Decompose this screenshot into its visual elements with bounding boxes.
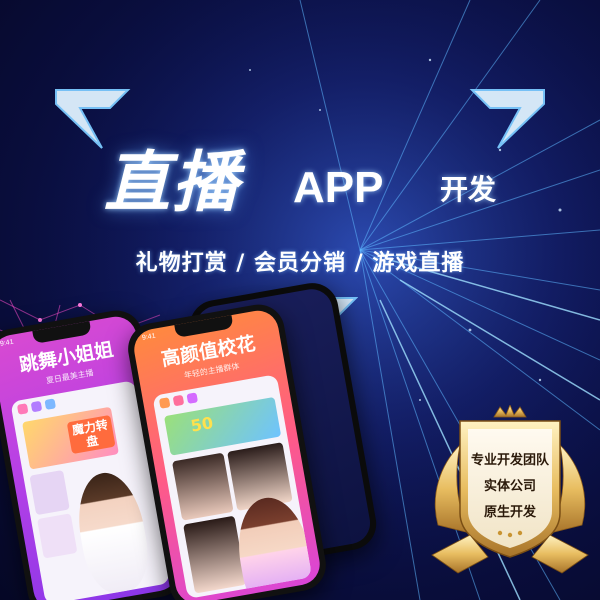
banner-label: 50 (189, 413, 215, 436)
thumbnail (29, 469, 70, 516)
status-time: 9:41 (0, 338, 15, 348)
banner-label: 魔力转盘 (66, 414, 116, 455)
app-preview-card: 50 (152, 374, 313, 599)
app-tab-icon (44, 398, 57, 410)
headline: 直播 APP 开发 (0, 142, 600, 242)
headline-app: APP (293, 163, 384, 212)
feature-subtitle: 礼物打赏 / 会员分销 / 游戏直播 (135, 251, 465, 276)
badge-line-1: 专业开发团队 (470, 453, 549, 468)
headline-main: 直播 (104, 144, 240, 221)
banner-tile: 魔力转盘 (21, 406, 119, 470)
app-tab-icon (158, 397, 171, 409)
badge-line-3: 原生开发 (483, 505, 536, 520)
app-tab-icon (16, 403, 29, 415)
badge-line-2: 实体公司 (483, 479, 536, 494)
thumbnail (37, 513, 78, 559)
poster: 直播 APP 开发 礼物打赏 / 会员分销 / 游戏直播 9:41 跳舞小姐姐 … (0, 0, 600, 600)
app-tab-icon (172, 394, 185, 407)
quality-badge: 专业开发团队 实体公司 原生开发 (430, 405, 590, 575)
streamer-photo (70, 467, 155, 597)
status-time: 9:41 (141, 332, 157, 342)
app-tab-icon (186, 392, 199, 404)
thumbnail (171, 452, 234, 521)
thumbnail (183, 515, 247, 594)
headline-dev: 开发 (440, 173, 497, 206)
app-tab-icon (30, 400, 43, 413)
